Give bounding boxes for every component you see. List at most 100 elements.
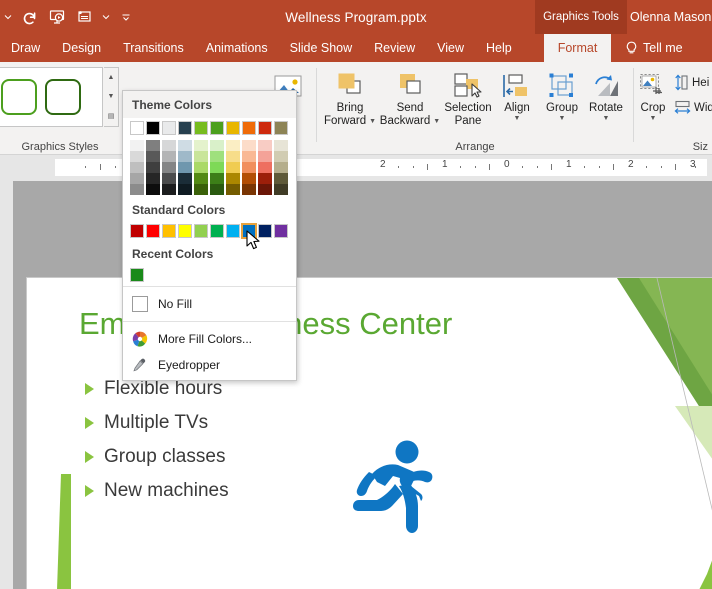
theme-color-variant-swatch[interactable] [258,140,272,151]
qat-dropdown-icon[interactable] [2,4,14,30]
theme-color-variant-swatch[interactable] [242,140,256,151]
theme-color-variant-swatch[interactable] [226,151,240,162]
theme-color-variant-swatch[interactable] [226,173,240,184]
send-backward-button[interactable]: Send Backward ▼ [380,66,440,134]
crop-chevron-down-icon[interactable]: ▼ [650,115,657,122]
theme-color-variant-swatch[interactable] [226,140,240,151]
slide-bullet-list[interactable]: Flexible hours Multiple TVs Group classe… [85,372,229,508]
tell-me-box[interactable]: Tell me [625,34,683,62]
theme-color-variant-swatch[interactable] [258,173,272,184]
gallery-scroll-down-icon[interactable]: ▼ [104,87,118,106]
undo-icon[interactable] [16,4,42,30]
tab-draw[interactable]: Draw [0,34,51,62]
list-item[interactable]: New machines [85,474,229,508]
theme-color-variant-swatch[interactable] [242,162,256,173]
horizontal-ruler[interactable]: 6 2 1 0 1 2 3 4 [0,155,712,181]
tab-slide-show[interactable]: Slide Show [279,34,364,62]
theme-color-variant-swatch[interactable] [274,173,288,184]
theme-color-variant-swatch[interactable] [226,162,240,173]
standard-color-swatch[interactable] [226,224,240,238]
list-item[interactable]: Multiple TVs [85,406,229,440]
theme-color-column[interactable] [193,120,209,195]
tab-transitions[interactable]: Transitions [112,34,195,62]
theme-color-variant-swatch[interactable] [162,151,176,162]
recent-color-swatch[interactable] [130,268,144,282]
menu-item-eyedropper[interactable]: Eyedropper [123,352,296,378]
rotate-button[interactable]: Rotate ▼ [582,66,630,134]
theme-color-swatch[interactable] [194,121,208,135]
theme-color-variant-swatch[interactable] [258,151,272,162]
theme-color-column[interactable] [145,120,161,195]
theme-color-variant-swatch[interactable] [258,184,272,195]
theme-color-variant-swatch[interactable] [130,140,144,151]
theme-color-variant-swatch[interactable] [194,162,208,173]
theme-color-variant-swatch[interactable] [226,184,240,195]
theme-color-column[interactable] [225,120,241,195]
tab-review[interactable]: Review [363,34,426,62]
theme-color-variant-swatch[interactable] [146,184,160,195]
theme-color-variant-swatch[interactable] [274,140,288,151]
theme-color-variant-swatch[interactable] [258,162,272,173]
theme-color-swatch[interactable] [274,121,288,135]
menu-item-no-fill[interactable]: No Fill [123,291,296,317]
theme-color-variant-swatch[interactable] [274,162,288,173]
gallery-more-icon[interactable]: ▤ [104,107,118,126]
theme-color-variant-swatch[interactable] [130,173,144,184]
theme-color-column[interactable] [161,120,177,195]
theme-color-variant-swatch[interactable] [242,151,256,162]
theme-color-variant-swatch[interactable] [210,162,224,173]
menu-item-more-fill-colors[interactable]: More Fill Colors... [123,326,296,352]
graphics-fill-dropdown-menu[interactable]: Theme Colors Standard Colors Recent Colo… [122,90,297,381]
group-chevron-down-icon[interactable]: ▼ [559,115,566,122]
theme-color-variant-swatch[interactable] [194,184,208,195]
theme-color-swatch[interactable] [178,121,192,135]
list-item[interactable]: Group classes [85,440,229,474]
theme-color-variant-swatch[interactable] [194,140,208,151]
shape-width-field[interactable]: Wid [674,100,712,115]
theme-color-variant-swatch[interactable] [130,151,144,162]
crop-button[interactable]: Crop ▼ [634,66,672,134]
theme-color-variant-swatch[interactable] [162,173,176,184]
running-person-icon[interactable] [349,438,439,543]
theme-color-variant-swatch[interactable] [210,151,224,162]
theme-color-column[interactable] [129,120,145,195]
theme-color-variant-swatch[interactable] [194,173,208,184]
new-slide-chevron-down-icon[interactable] [100,4,112,30]
theme-color-column[interactable] [177,120,193,195]
standard-colors-row[interactable] [123,221,296,241]
new-slide-icon[interactable] [72,4,98,30]
theme-color-variant-swatch[interactable] [210,184,224,195]
theme-color-variant-swatch[interactable] [242,173,256,184]
theme-color-swatch[interactable] [162,121,176,135]
align-button[interactable]: Align ▼ [495,66,539,134]
tab-format[interactable]: Format [544,34,611,62]
theme-color-variant-swatch[interactable] [130,162,144,173]
theme-color-variant-swatch[interactable] [130,184,144,195]
user-account-name[interactable]: Olenna Mason [628,0,711,34]
graphics-style-option[interactable] [45,79,81,115]
theme-color-variant-swatch[interactable] [162,162,176,173]
theme-color-variant-swatch[interactable] [162,140,176,151]
theme-color-variant-swatch[interactable] [274,151,288,162]
theme-color-variant-swatch[interactable] [162,184,176,195]
theme-color-variant-swatch[interactable] [146,173,160,184]
graphics-styles-scroll[interactable]: ▲ ▼ ▤ [104,67,119,127]
theme-color-column[interactable] [273,120,289,195]
theme-color-variant-swatch[interactable] [146,162,160,173]
theme-color-variant-swatch[interactable] [274,184,288,195]
group-button[interactable]: Group ▼ [538,66,586,134]
rotate-chevron-down-icon[interactable]: ▼ [603,115,610,122]
tab-help[interactable]: Help [475,34,523,62]
theme-color-swatch[interactable] [146,121,160,135]
theme-color-swatch[interactable] [226,121,240,135]
selection-pane-button[interactable]: Selection Pane [440,66,496,134]
standard-color-swatch[interactable] [178,224,192,238]
bring-forward-chevron-down-icon[interactable]: ▼ [369,118,376,125]
start-presentation-icon[interactable] [44,4,70,30]
recent-colors-row[interactable] [123,268,296,282]
theme-color-swatch[interactable] [130,121,144,135]
theme-color-variant-swatch[interactable] [178,151,192,162]
theme-color-swatch[interactable] [210,121,224,135]
theme-color-column[interactable] [241,120,257,195]
gallery-scroll-up-icon[interactable]: ▲ [104,68,118,87]
